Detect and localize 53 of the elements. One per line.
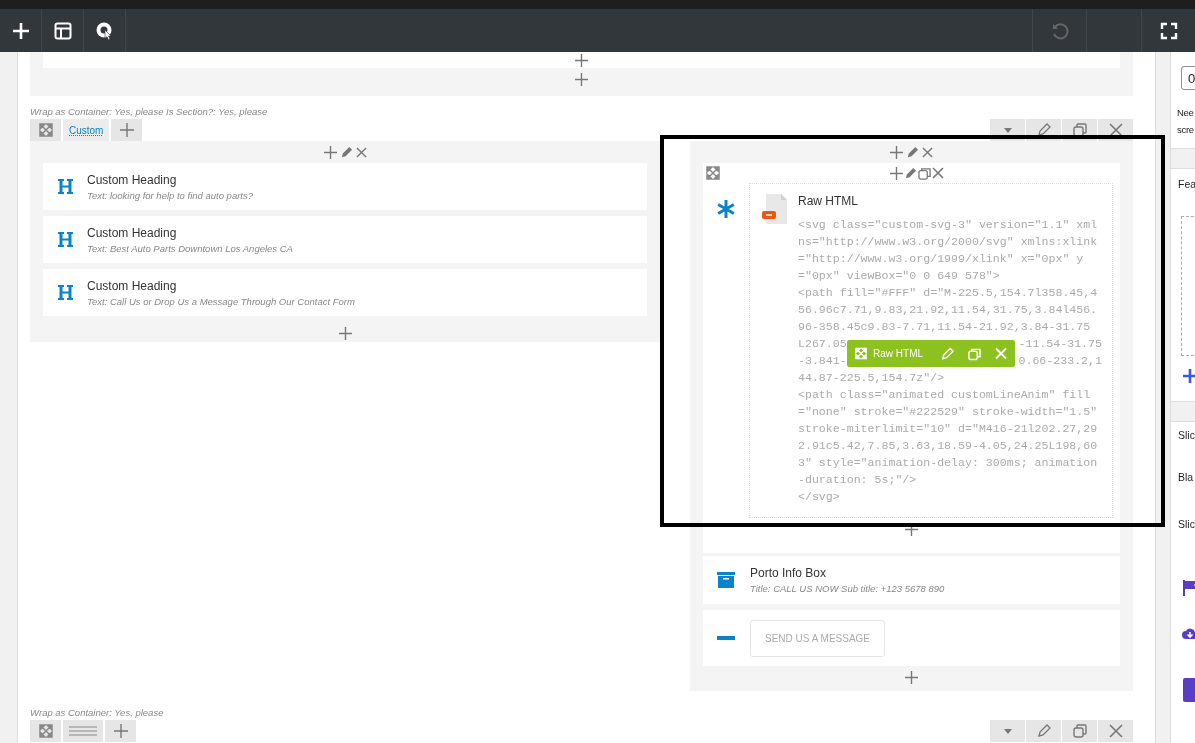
code-line: 0.66-233.2,1 (1018, 353, 1102, 369)
element-title: Custom Heading (87, 172, 178, 187)
element-description: Text: looking for help to find auto parts? (87, 189, 253, 201)
expand-icon[interactable] (30, 720, 61, 742)
archive-box-icon (717, 571, 735, 589)
code-line: <path fill="#FFF" d="M-225.5,154.7l358.45,4 (798, 285, 1098, 301)
code-line: </svg> (798, 489, 840, 505)
code-line: 96-358.45c9.83-7.71,11.54-21.92,3.84-31.75 (798, 319, 1091, 335)
element-description: Text: Call Us or Drop Us a Message Through Our Contact Form (87, 295, 355, 307)
element-title: Raw HTML (798, 194, 859, 208)
minus-icon (717, 636, 735, 640)
expand-icon[interactable] (706, 166, 720, 180)
flag-icon (1183, 580, 1195, 596)
expand-icon[interactable] (30, 119, 61, 141)
row-settings-text: Wrap as Container: Yes, please Is Section?: Yes, please (30, 106, 269, 119)
field-label: Bla (1178, 471, 1194, 483)
code-line: -11.54-31.75 (1018, 336, 1102, 352)
element-description: Title: CALL US NOW Sub title: +123 5678 890 (750, 583, 945, 594)
code-line: ="0px" viewBox="0 0 649 578"> (798, 268, 1000, 284)
row-settings-text: Wrap as Container: Yes, please (30, 707, 165, 720)
code-line: <path class="animated customLineAnim" fill (798, 387, 1091, 403)
help-text: scre (1177, 123, 1194, 137)
element-description: Text: Best Auto Parts Downtown Los Angeles CA (87, 242, 293, 254)
heading-icon (57, 231, 74, 248)
asterisk-icon (716, 199, 736, 219)
code-line: ="http://www.w3.org/1999/xlink" x="0px" y (798, 251, 1084, 267)
element-card[interactable]: Custom Heading Text: Best Auto Parts Downtown Los Angeles CA (43, 216, 647, 263)
code-line: 44.87-225.5,154.7z"/> (798, 370, 945, 386)
code-line: ="none" stroke="#222529" stroke-width="1.5" (798, 404, 1098, 420)
element-label: Raw HTML (873, 348, 924, 359)
code-line: -3.841- (798, 353, 847, 369)
field-label: Slic (1178, 518, 1195, 530)
code-line: stroke-miterlimit="10" d="M416-21l202.27,29 (798, 421, 1098, 437)
element-title: Custom Heading (87, 225, 178, 240)
code-line: 2.91c5.42,7.85,3.63,18.59-4.05,24.25L198,60 (798, 438, 1098, 454)
code-line: <svg class="custom-svg-3" version="1.1" xml (798, 217, 1098, 233)
code-line: 56.96c7.71,9.83,21.92,11.54,31.75,3.84l456. (798, 302, 1098, 318)
custom-tab[interactable]: Custom (63, 119, 110, 141)
heading-icon (57, 178, 74, 195)
code-line: -duration: 5s;"/> (798, 472, 917, 488)
element-title: Custom Heading (87, 278, 178, 293)
code-line: 3" style="animation-delay: 300ms; animation (798, 455, 1098, 471)
code-line: L267.05 (798, 336, 847, 352)
number-field[interactable]: 0 (1181, 66, 1195, 90)
help-text: Nee (1177, 106, 1194, 120)
code-line: ns="http://www.w3.org/2000/svg" xmlns:xlink (798, 234, 1098, 250)
heading-icon (57, 284, 74, 301)
element-card[interactable]: Porto Info Box Title: CALL US NOW Sub title: +123 5678 890 (703, 556, 1120, 604)
element-card[interactable]: Custom Heading Text: Call Us or Drop Us a Message Through Our Contact Form (43, 269, 647, 316)
file-icon (762, 194, 788, 224)
element-title: Porto Info Box (750, 566, 828, 580)
panel-heading: Slic (1178, 429, 1195, 441)
element-card[interactable]: Custom Heading Text: looking for help to find auto parts? (43, 163, 647, 210)
